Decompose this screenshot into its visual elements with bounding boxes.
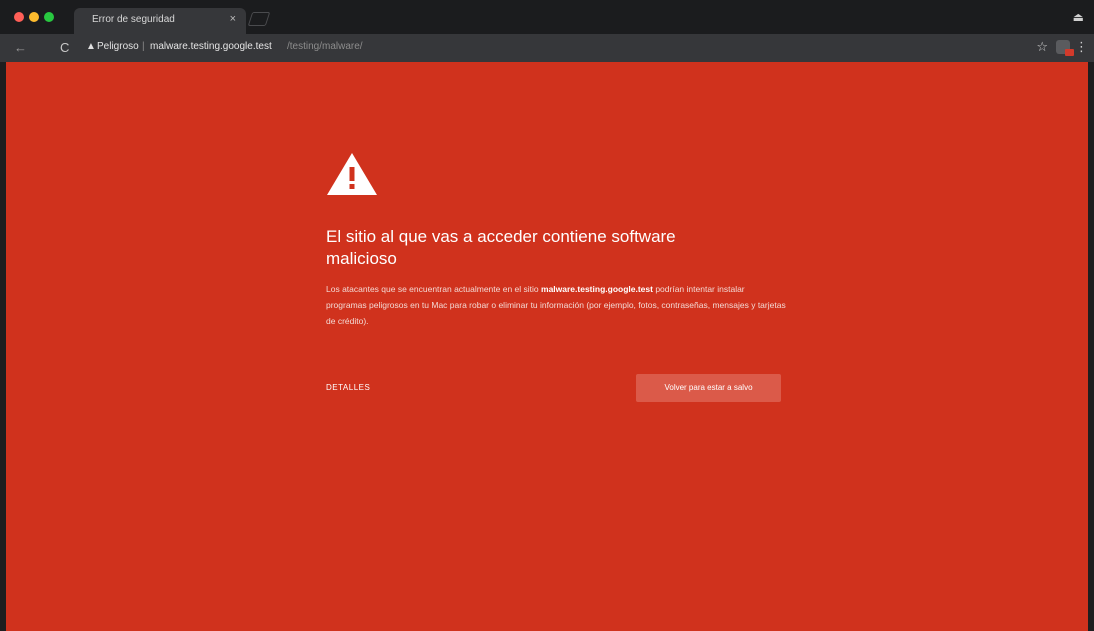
url-path: /testing/malware/ [287,41,363,52]
new-tab-button[interactable] [247,12,271,26]
reload-icon[interactable]: C [60,40,69,55]
address-bar[interactable]: ▲ Peligroso | malware.testing.google.tes… [80,38,1040,58]
address-separator: | [142,41,145,52]
warning-triangle-icon [327,153,377,195]
maximize-window-button[interactable] [44,12,54,22]
tab-title: Error de seguridad [92,14,175,25]
browser-toolbar: ← C ▲ Peligroso | malware.testing.google… [0,34,1094,62]
profile-icon[interactable]: ⏏ [1073,10,1084,24]
description-prefix: Los atacantes que se encuentran actualme… [326,284,542,294]
tab-close-icon[interactable]: × [230,13,236,25]
malware-warning-page: El sitio al que vas a acceder contiene s… [6,62,1088,631]
close-window-button[interactable] [14,12,24,22]
active-tab[interactable]: Error de seguridad × [74,8,246,34]
back-to-safety-button[interactable]: Volver para estar a salvo [636,374,781,402]
warning-icon[interactable]: ▲ [86,41,96,52]
url-host: malware.testing.google.test [150,41,272,52]
back-arrow-icon[interactable]: ← [14,40,27,55]
menu-icon[interactable]: ⋮ [1075,39,1088,55]
details-link[interactable]: DETALLES [326,383,370,392]
warning-description: Los atacantes que se encuentran actualme… [326,281,786,329]
bookmark-star-icon[interactable]: ☆ [1036,39,1048,55]
page-heading: El sitio al que vas a acceder contiene s… [326,227,676,268]
security-status-label[interactable]: Peligroso [97,41,139,52]
minimize-window-button[interactable] [29,12,39,22]
extension-badge [1065,49,1074,56]
tab-strip: Error de seguridad × ⏏ [0,0,1094,34]
description-host: malware.testing.google.test [541,284,653,294]
